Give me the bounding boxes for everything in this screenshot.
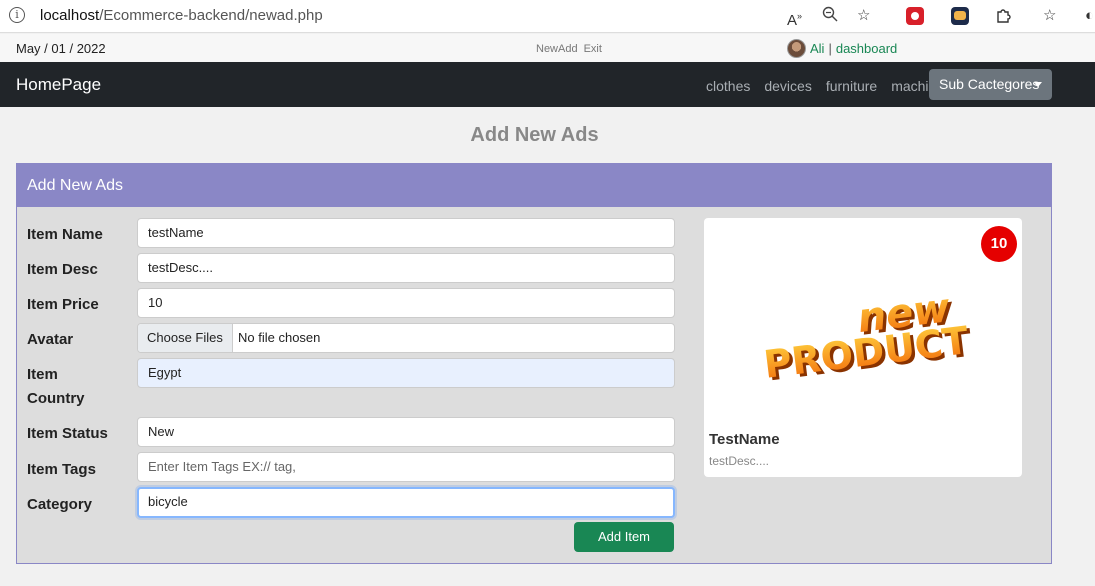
nav-link-devices[interactable]: devices	[764, 78, 811, 94]
item-desc-input[interactable]: testDesc....	[137, 253, 675, 283]
add-ad-panel: Add New Ads Item Name testName Item Desc…	[16, 163, 1052, 564]
page-title: Add New Ads	[470, 124, 599, 146]
avatar[interactable]	[787, 39, 806, 58]
preview-card: 10 new new PRODUCT PRODUCT TestName test…	[704, 218, 1022, 477]
url-path: /Ecommerce-backend/newad.php	[99, 7, 323, 24]
youtube-extension-icon[interactable]	[906, 7, 924, 25]
caret-down-icon	[1034, 82, 1042, 87]
item-country-label-line1: Item	[27, 366, 58, 383]
separator: |	[828, 41, 832, 56]
sub-categories-dropdown[interactable]: Sub Cactegores	[929, 69, 1052, 100]
panel-heading: Add New Ads	[17, 164, 1051, 207]
user-name-link[interactable]: Ali	[810, 41, 824, 56]
nav-links: clothes devices furniture machine	[706, 78, 944, 94]
category-select[interactable]: bicycle	[137, 487, 675, 518]
nav-link-clothes[interactable]: clothes	[706, 78, 750, 94]
collections-icon[interactable]: ◐	[1085, 6, 1094, 26]
item-name-label: Item Name	[27, 226, 103, 243]
info-icon[interactable]: i	[9, 7, 25, 23]
favorites-icon[interactable]: ☆	[1043, 6, 1056, 26]
item-country-label: Item Country	[27, 363, 137, 411]
url-host: localhost	[40, 7, 100, 24]
file-status: No file chosen	[238, 330, 321, 345]
item-country-label-line2: Country	[27, 390, 85, 407]
category-label: Category	[27, 496, 93, 513]
url-field[interactable]: localhost/Ecommerce-backend/newad.php	[40, 7, 323, 24]
current-date: May / 01 / 2022	[16, 41, 106, 56]
user-area: Ali | dashboard	[787, 39, 897, 58]
item-tags-input[interactable]: Enter Item Tags EX:// tag,	[137, 452, 675, 482]
nav-link-furniture[interactable]: furniture	[826, 78, 877, 94]
mini-links: NewAdd Exit	[536, 43, 608, 55]
item-tags-label: Item Tags	[27, 461, 96, 478]
add-item-button[interactable]: Add Item	[574, 522, 674, 552]
dashboard-link[interactable]: dashboard	[836, 41, 897, 56]
item-country-select[interactable]: Egypt	[137, 358, 675, 388]
item-desc-label: Item Desc	[27, 261, 98, 278]
item-status-label: Item Status	[27, 425, 108, 442]
extensions-puzzle-icon[interactable]	[995, 6, 1013, 26]
avatar-file-input[interactable]: Choose Files No file chosen	[137, 323, 675, 353]
zoom-icon[interactable]	[822, 6, 838, 26]
card-title: TestName	[709, 431, 780, 448]
dropdown-label: Sub Cactegores	[939, 76, 1040, 92]
browser-address-bar: i localhost/Ecommerce-backend/newad.php …	[0, 0, 1095, 33]
item-name-input[interactable]: testName	[137, 218, 675, 248]
read-aloud-icon[interactable]: A»	[787, 6, 802, 29]
choose-files-button[interactable]: Choose Files	[138, 324, 233, 352]
top-info-bar: May / 01 / 2022 NewAdd Exit Ali | dashboa…	[0, 34, 1095, 62]
price-badge: 10	[981, 226, 1017, 262]
item-price-input[interactable]: 10	[137, 288, 675, 318]
exit-link[interactable]: Exit	[584, 43, 602, 55]
card-description: testDesc....	[709, 454, 770, 468]
favorite-add-icon[interactable]: ☆	[857, 6, 870, 26]
new-add-link[interactable]: NewAdd	[536, 43, 578, 55]
new-product-image: new new PRODUCT PRODUCT	[761, 285, 974, 389]
avatar-label: Avatar	[27, 331, 74, 348]
item-price-label: Item Price	[27, 296, 99, 313]
extension-icon[interactable]	[951, 7, 969, 25]
brand-homepage-link[interactable]: HomePage	[16, 75, 101, 95]
item-status-select[interactable]: New	[137, 417, 675, 447]
main-navbar: HomePage clothes devices furniture machi…	[0, 62, 1095, 107]
